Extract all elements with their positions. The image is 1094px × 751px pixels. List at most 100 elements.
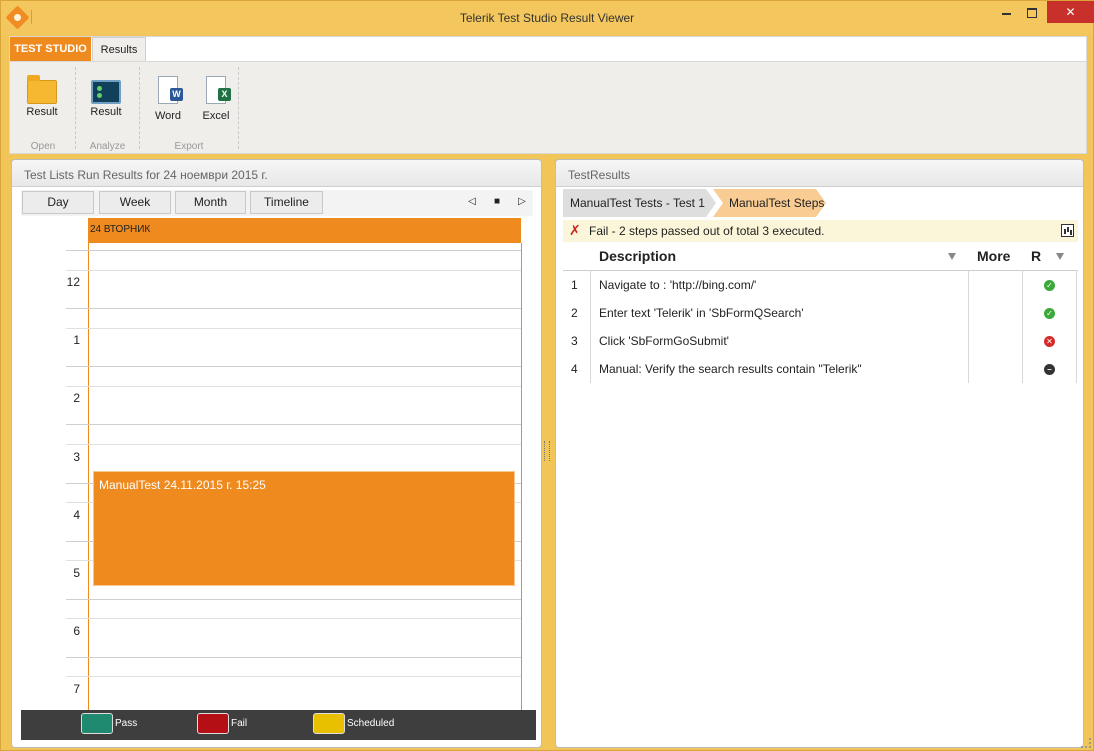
view-timeline-button[interactable]: Timeline bbox=[250, 191, 323, 214]
filter-icon[interactable] bbox=[1056, 253, 1064, 260]
tab-results[interactable]: Results bbox=[92, 37, 146, 62]
hour-line bbox=[66, 657, 521, 658]
table-row[interactable]: 3 Click 'SbFormGoSubmit' ✕ bbox=[563, 327, 1078, 355]
result-status-text: Fail - 2 steps passed out of total 3 exe… bbox=[589, 224, 825, 238]
step-description: Navigate to : 'http://bing.com/' bbox=[599, 278, 757, 292]
maximize-button[interactable] bbox=[1019, 1, 1045, 23]
folder-icon bbox=[27, 75, 57, 104]
export-excel-button[interactable]: X Excel bbox=[196, 76, 236, 122]
legend-label: Fail bbox=[231, 718, 248, 729]
ribbon-group-open: Result Open bbox=[10, 62, 76, 155]
column-header-result[interactable]: R bbox=[1031, 243, 1041, 271]
window-title: Telerik Test Studio Result Viewer bbox=[459, 11, 635, 25]
ribbon-group-analyze: Result Analyze bbox=[76, 62, 139, 155]
app-window: Telerik Test Studio Result Viewer ✕ TEST… bbox=[0, 0, 1094, 751]
hour-label: 6 bbox=[73, 624, 80, 638]
half-hour-line bbox=[66, 386, 521, 387]
monitor-icon bbox=[91, 80, 121, 104]
view-week-button[interactable]: Week bbox=[99, 191, 171, 214]
panel-splitter[interactable] bbox=[544, 441, 550, 461]
fail-icon: ✗ bbox=[569, 222, 581, 238]
filter-icon[interactable] bbox=[948, 253, 956, 260]
legend-swatch bbox=[197, 713, 229, 734]
ribbon-group-label: Export bbox=[174, 141, 204, 152]
view-month-button[interactable]: Month bbox=[175, 191, 246, 214]
result-legend: Pass Fail Scheduled bbox=[21, 710, 536, 740]
breadcrumb: ManualTest Tests - Test 1 ManualTest Ste… bbox=[563, 189, 1078, 217]
open-result-label: Result bbox=[26, 106, 58, 118]
export-word-button[interactable]: W Word bbox=[148, 76, 188, 122]
hour-label: 2 bbox=[73, 391, 80, 405]
column-header-more[interactable]: More bbox=[977, 243, 1010, 271]
hour-line bbox=[66, 366, 521, 367]
test-lists-panel-title: Test Lists Run Results for 24 ноември 20… bbox=[12, 160, 541, 187]
tab-test-studio[interactable]: TEST STUDIO bbox=[10, 37, 91, 62]
test-lists-panel: Test Lists Run Results for 24 ноември 20… bbox=[11, 159, 542, 748]
grid-header: Description More R bbox=[563, 243, 1078, 271]
previous-icon[interactable]: ◁ bbox=[466, 196, 478, 208]
legend-label: Pass bbox=[115, 718, 138, 729]
half-hour-line bbox=[66, 618, 521, 619]
next-icon[interactable]: ▷ bbox=[516, 196, 528, 208]
day-column-border bbox=[88, 243, 89, 710]
step-number: 1 bbox=[571, 278, 578, 292]
export-excel-label: Excel bbox=[202, 110, 230, 122]
day-header: 24 ВТОРНИК bbox=[88, 218, 521, 243]
report-icon[interactable] bbox=[1061, 224, 1074, 237]
table-row[interactable]: 4 Manual: Verify the search results cont… bbox=[563, 355, 1078, 383]
ribbon-tab-strip: TEST STUDIO Results bbox=[9, 36, 1087, 62]
hour-label: 4 bbox=[73, 508, 80, 522]
step-description: Manual: Verify the search results contai… bbox=[599, 362, 862, 376]
today-icon[interactable]: ■ bbox=[491, 196, 503, 208]
step-description: Click 'SbFormGoSubmit' bbox=[599, 334, 729, 348]
day-view[interactable]: 24 ВТОРНИК 12 1 2 3 4 5 6 7 ManualTest 2… bbox=[21, 218, 533, 710]
analyze-result-button[interactable]: Result bbox=[86, 76, 126, 118]
ribbon-group-export: W Word X Excel Export bbox=[140, 62, 238, 155]
ribbon-divider bbox=[238, 67, 239, 149]
result-status-bar: ✗ Fail - 2 steps passed out of total 3 e… bbox=[563, 220, 1078, 242]
hour-label: 1 bbox=[73, 333, 80, 347]
table-row[interactable]: 2 Enter text 'Telerik' in 'SbFormQSearch… bbox=[563, 299, 1078, 327]
breadcrumb-item-steps[interactable]: ManualTest Steps bbox=[713, 189, 826, 217]
ribbon-group-label: Open bbox=[30, 141, 56, 152]
word-doc-icon: W bbox=[158, 76, 183, 104]
legend-swatch bbox=[313, 713, 345, 734]
legend-swatch bbox=[81, 713, 113, 734]
step-number: 4 bbox=[571, 362, 578, 376]
pass-check-icon: ✓ bbox=[1044, 308, 1055, 319]
ribbon-group-label: Analyze bbox=[89, 141, 126, 152]
open-result-button[interactable]: Result bbox=[22, 75, 62, 118]
test-run-appointment[interactable]: ManualTest 24.11.2015 г. 15:25 bbox=[93, 471, 515, 586]
title-bar: Telerik Test Studio Result Viewer ✕ bbox=[1, 1, 1094, 35]
legend-label: Scheduled bbox=[347, 718, 395, 729]
half-hour-line bbox=[66, 444, 521, 445]
half-hour-line bbox=[66, 270, 521, 271]
table-row[interactable]: 1 Navigate to : 'http://bing.com/' ✓ bbox=[563, 271, 1078, 299]
hour-label: 3 bbox=[73, 450, 80, 464]
close-button[interactable]: ✕ bbox=[1047, 1, 1094, 23]
hour-label: 5 bbox=[73, 566, 80, 580]
hour-line bbox=[66, 599, 521, 600]
view-day-button[interactable]: Day bbox=[22, 191, 94, 214]
hour-label: 7 bbox=[73, 682, 80, 696]
column-header-description[interactable]: Description bbox=[599, 243, 676, 271]
excel-doc-icon: X bbox=[206, 76, 231, 104]
step-number: 2 bbox=[571, 306, 578, 320]
export-word-label: Word bbox=[154, 110, 182, 122]
analyze-result-label: Result bbox=[90, 106, 122, 118]
breadcrumb-item-tests[interactable]: ManualTest Tests - Test 1 bbox=[563, 189, 716, 217]
hour-line bbox=[66, 308, 521, 309]
half-hour-line bbox=[66, 328, 521, 329]
test-results-panel: TestResults ManualTest Tests - Test 1 Ma… bbox=[555, 159, 1084, 748]
fail-x-icon: ✕ bbox=[1044, 336, 1055, 347]
day-column-border bbox=[521, 243, 522, 710]
steps-grid: Description More R 1 Navigate to : 'http… bbox=[563, 243, 1078, 743]
hour-label: 12 bbox=[66, 275, 80, 289]
ribbon-panel: Result Open Result Analyze W Word X Exce… bbox=[9, 61, 1087, 154]
half-hour-line bbox=[66, 676, 521, 677]
step-number: 3 bbox=[571, 334, 578, 348]
minimize-button[interactable] bbox=[993, 1, 1019, 23]
not-run-icon: – bbox=[1044, 364, 1055, 375]
hour-line bbox=[66, 424, 521, 425]
resize-grip-icon[interactable] bbox=[1081, 738, 1091, 748]
